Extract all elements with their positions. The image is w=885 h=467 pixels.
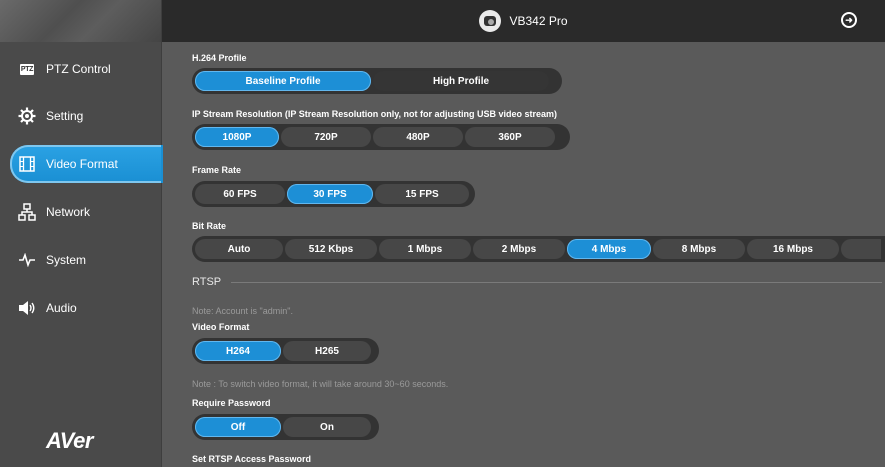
option-1080p[interactable]: 1080P (195, 127, 279, 147)
option-360p[interactable]: 360P (465, 127, 555, 147)
sidebar-item-setting[interactable]: Setting (10, 97, 162, 135)
option-8mbps[interactable]: 8 Mbps (653, 239, 745, 259)
sidebar-top-banner (0, 0, 161, 42)
option-720p[interactable]: 720P (281, 127, 371, 147)
option-15fps[interactable]: 15 FPS (375, 184, 469, 204)
option-2mbps[interactable]: 2 Mbps (473, 239, 565, 259)
option-16mbps[interactable]: 16 Mbps (747, 239, 839, 259)
sidebar-item-video-format[interactable]: Video Format (10, 145, 163, 183)
option-password-off[interactable]: Off (195, 417, 281, 437)
option-baseline-profile[interactable]: Baseline Profile (195, 71, 371, 91)
option-more-cutoff[interactable] (841, 239, 881, 259)
option-auto[interactable]: Auto (195, 239, 283, 259)
sidebar-item-label: Audio (46, 301, 77, 315)
film-icon (18, 155, 36, 173)
option-1mbps[interactable]: 1 Mbps (379, 239, 471, 259)
sidebar-item-network[interactable]: Network (10, 193, 162, 231)
device-name: VB342 Pro (509, 14, 568, 28)
pulse-icon (18, 251, 36, 269)
account-note: Note: Account is "admin". (192, 306, 293, 316)
aver-logo: AVer (46, 428, 93, 453)
sidebar-item-ptz-control[interactable]: PTZ PTZ Control (10, 50, 162, 88)
sidebar-item-label: Setting (46, 109, 84, 123)
frame-rate-selector: 60 FPS 30 FPS 15 FPS (192, 181, 475, 207)
option-4mbps[interactable]: 4 Mbps (567, 239, 651, 259)
rtsp-title-text: RTSP (192, 276, 222, 288)
ip-stream-resolution-label: IP Stream Resolution (IP Stream Resoluti… (192, 109, 558, 119)
sidebar-item-label: System (46, 253, 87, 267)
header-bar: VB342 Pro ➜ (162, 0, 885, 42)
option-60fps[interactable]: 60 FPS (195, 184, 285, 204)
h264-profile-label: H.264 Profile (192, 53, 247, 63)
sidebar-item-label: Video Format (46, 157, 118, 171)
switch-format-note: Note : To switch video format, it will t… (192, 379, 449, 389)
h264-profile-selector: Baseline Profile High Profile (192, 68, 562, 94)
camera-icon (479, 10, 502, 32)
ip-stream-resolution-selector: 1080P 720P 480P 360P (192, 124, 570, 150)
option-high-profile[interactable]: High Profile (373, 71, 549, 91)
bit-rate-label: Bit Rate (192, 221, 227, 231)
rtsp-section-title: RTSP (192, 276, 882, 288)
bit-rate-selector: Auto 512 Kbps 1 Mbps 2 Mbps 4 Mbps 8 Mbp… (192, 236, 885, 262)
ptz-icon: PTZ (19, 63, 35, 75)
logout-icon[interactable]: ➜ (841, 12, 857, 28)
sidebar-item-label: PTZ Control (46, 62, 111, 76)
frame-rate-label: Frame Rate (192, 165, 242, 175)
sidebar-item-audio[interactable]: Audio (10, 289, 162, 327)
option-h265[interactable]: H265 (283, 341, 371, 361)
video-format-label: Video Format (192, 322, 250, 332)
option-480p[interactable]: 480P (373, 127, 463, 147)
sidebar-item-system[interactable]: System (10, 241, 162, 279)
main-content: H.264 Profile Baseline Profile High Prof… (162, 42, 885, 467)
sidebar-item-label: Network (46, 205, 91, 219)
option-512kbps[interactable]: 512 Kbps (285, 239, 377, 259)
section-divider (231, 281, 882, 283)
gear-icon (18, 107, 36, 125)
set-rtsp-password-label: Set RTSP Access Password (192, 454, 312, 464)
require-password-toggle: Off On (192, 414, 379, 440)
require-password-label: Require Password (192, 398, 271, 408)
option-h264[interactable]: H264 (195, 341, 281, 361)
speaker-icon (18, 299, 36, 317)
device-title: VB342 Pro (479, 10, 568, 32)
option-30fps[interactable]: 30 FPS (287, 184, 373, 204)
video-format-selector: H264 H265 (192, 338, 379, 364)
option-password-on[interactable]: On (283, 417, 371, 437)
sidebar: PTZ PTZ Control Setting Video Format Net… (0, 0, 163, 467)
network-icon (18, 203, 36, 221)
